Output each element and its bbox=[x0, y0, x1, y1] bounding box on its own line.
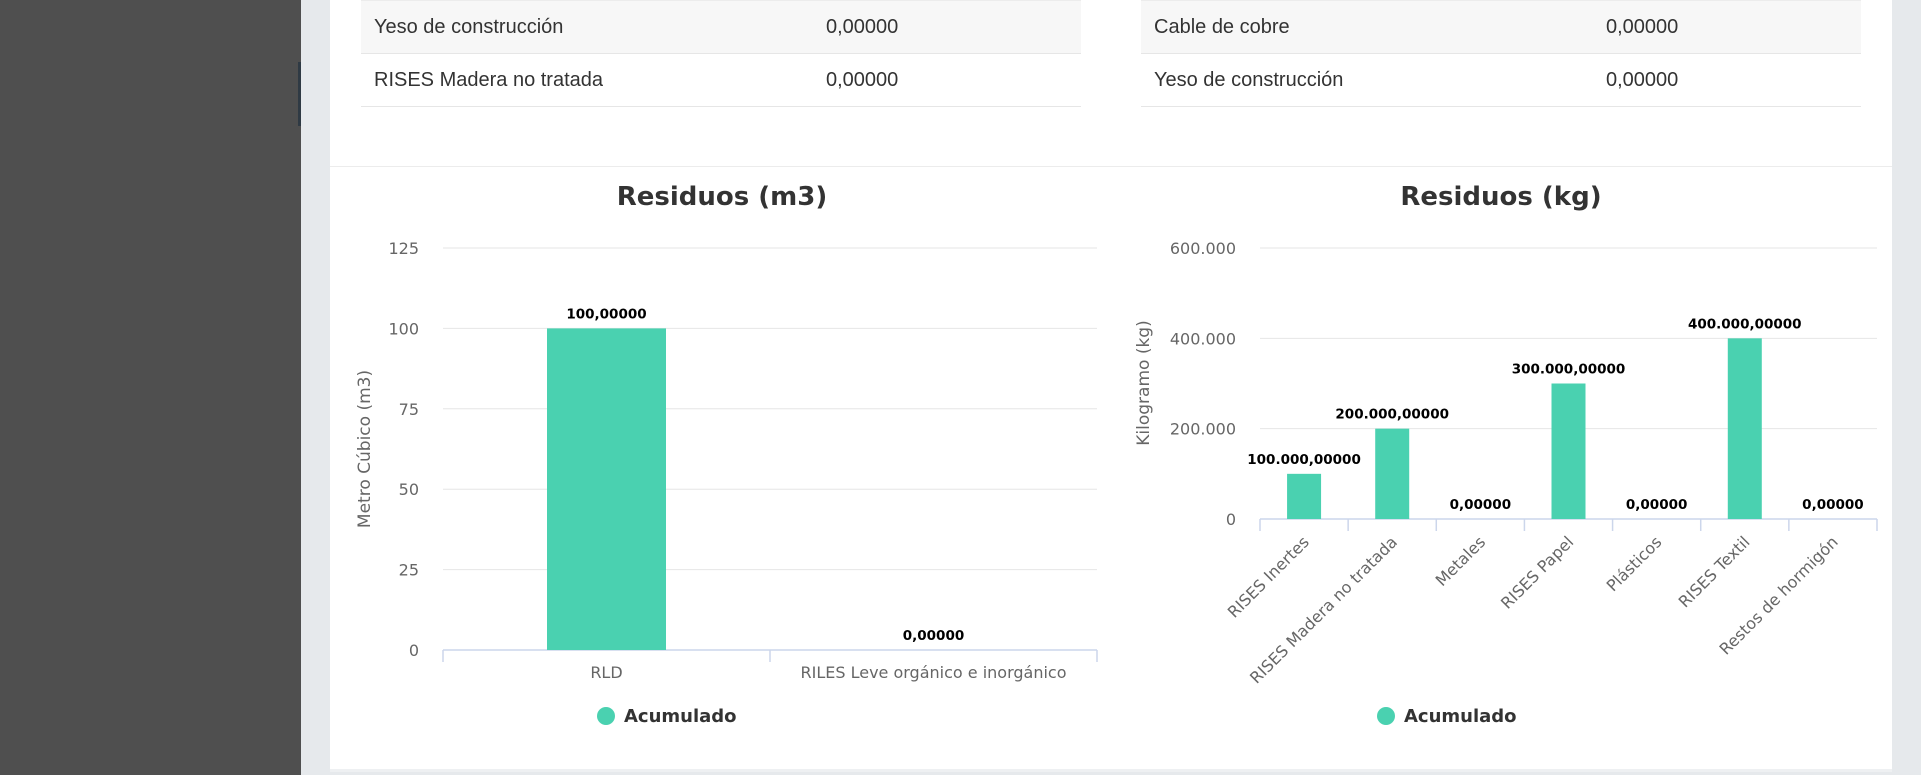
chart-residuos-m3: Residuos (m3) 0 25 50 75 100 125 Metro Cúbico (… bbox=[330, 170, 1110, 750]
data-label: 100,00000 bbox=[566, 306, 646, 322]
data-label: 100.000,00000 bbox=[1247, 452, 1361, 468]
data-label: 400.000,00000 bbox=[1688, 316, 1802, 332]
legend-marker bbox=[597, 707, 615, 725]
y-axis-title: Kilogramo (kg) bbox=[1134, 320, 1154, 445]
x-tick-label: RISES Papel bbox=[1497, 532, 1577, 612]
chart-residuos-kg: Residuos (kg) 0 200.000 400.000 600.000 Kilog… bbox=[1111, 170, 1892, 750]
bar bbox=[1551, 383, 1586, 519]
data-label: 0,00000 bbox=[1626, 497, 1688, 513]
table-row: Yeso de construcción 0,00000 bbox=[361, 0, 1081, 54]
panel-bottom-border bbox=[330, 769, 1892, 772]
y-tick-label: 25 bbox=[399, 561, 419, 580]
chart-title: Residuos (kg) bbox=[1400, 182, 1601, 212]
chart-residuos-kg-svg: Residuos (kg) 0 200.000 400.000 600.000 Kilog… bbox=[1134, 182, 1878, 727]
data-label: 300.000,00000 bbox=[1512, 362, 1626, 378]
bar bbox=[547, 328, 666, 650]
x-tick-label: RILES Leve orgánico e inorgánico bbox=[800, 663, 1066, 682]
x-tick-label: Metales bbox=[1432, 532, 1490, 590]
table-cell-name: Yeso de construcción bbox=[374, 16, 564, 38]
data-label: 200.000,00000 bbox=[1335, 407, 1449, 423]
table-left: Yeso de construcción 0,00000 RISES Mader… bbox=[361, 0, 1081, 107]
x-tick-label: RISES Textil bbox=[1675, 532, 1754, 611]
y-axis-title: Metro Cúbico (m3) bbox=[355, 370, 375, 528]
table-right: Cable de cobre 0,00000 Yeso de construcc… bbox=[1141, 0, 1861, 107]
y-tick-label: 0 bbox=[1226, 510, 1236, 529]
sidebar bbox=[0, 0, 301, 775]
table-cell-value: 0,00000 bbox=[826, 16, 899, 38]
y-tick-label: 50 bbox=[399, 480, 419, 499]
y-tick-label: 75 bbox=[399, 400, 419, 419]
section-divider bbox=[330, 166, 1892, 167]
bar bbox=[1287, 473, 1322, 519]
table-cell-value: 0,00000 bbox=[826, 69, 899, 91]
table-cell-value: 0,00000 bbox=[1606, 16, 1679, 38]
table-cell-value: 0,00000 bbox=[1606, 69, 1679, 91]
chart-title: Residuos (m3) bbox=[617, 182, 828, 212]
legend-label: Acumulado bbox=[1404, 706, 1517, 727]
table-cell-name: Cable de cobre bbox=[1154, 16, 1290, 38]
y-tick-label: 400.000 bbox=[1170, 329, 1236, 348]
data-label: 0,00000 bbox=[1802, 497, 1864, 513]
table-row: RISES Madera no tratada 0,00000 bbox=[361, 54, 1081, 107]
x-tick-label: Plásticos bbox=[1603, 532, 1666, 595]
table-cell-name: RISES Madera no tratada bbox=[374, 69, 604, 91]
x-tick-label: RISES Inertes bbox=[1224, 532, 1313, 621]
y-tick-label: 200.000 bbox=[1170, 420, 1236, 439]
table-row: Cable de cobre 0,00000 bbox=[1141, 0, 1861, 54]
table-row: Yeso de construcción 0,00000 bbox=[1141, 54, 1861, 107]
x-tick-label: RLD bbox=[590, 663, 622, 682]
bar bbox=[1375, 428, 1410, 519]
y-tick-label: 125 bbox=[388, 239, 419, 258]
bar bbox=[1727, 338, 1762, 519]
data-label: 0,00000 bbox=[903, 628, 965, 644]
chart-residuos-m3-svg: Residuos (m3) 0 25 50 75 100 125 Metro Cúbico (… bbox=[355, 182, 1098, 727]
y-tick-label: 0 bbox=[409, 641, 419, 660]
y-tick-label: 100 bbox=[388, 319, 419, 338]
legend-label: Acumulado bbox=[624, 706, 737, 727]
table-cell-name: Yeso de construcción bbox=[1154, 69, 1344, 91]
data-label: 0,00000 bbox=[1450, 497, 1512, 513]
x-tick-label: RISES Madera no tratada bbox=[1246, 532, 1401, 687]
legend-marker bbox=[1377, 707, 1395, 725]
y-tick-label: 600.000 bbox=[1170, 239, 1236, 258]
